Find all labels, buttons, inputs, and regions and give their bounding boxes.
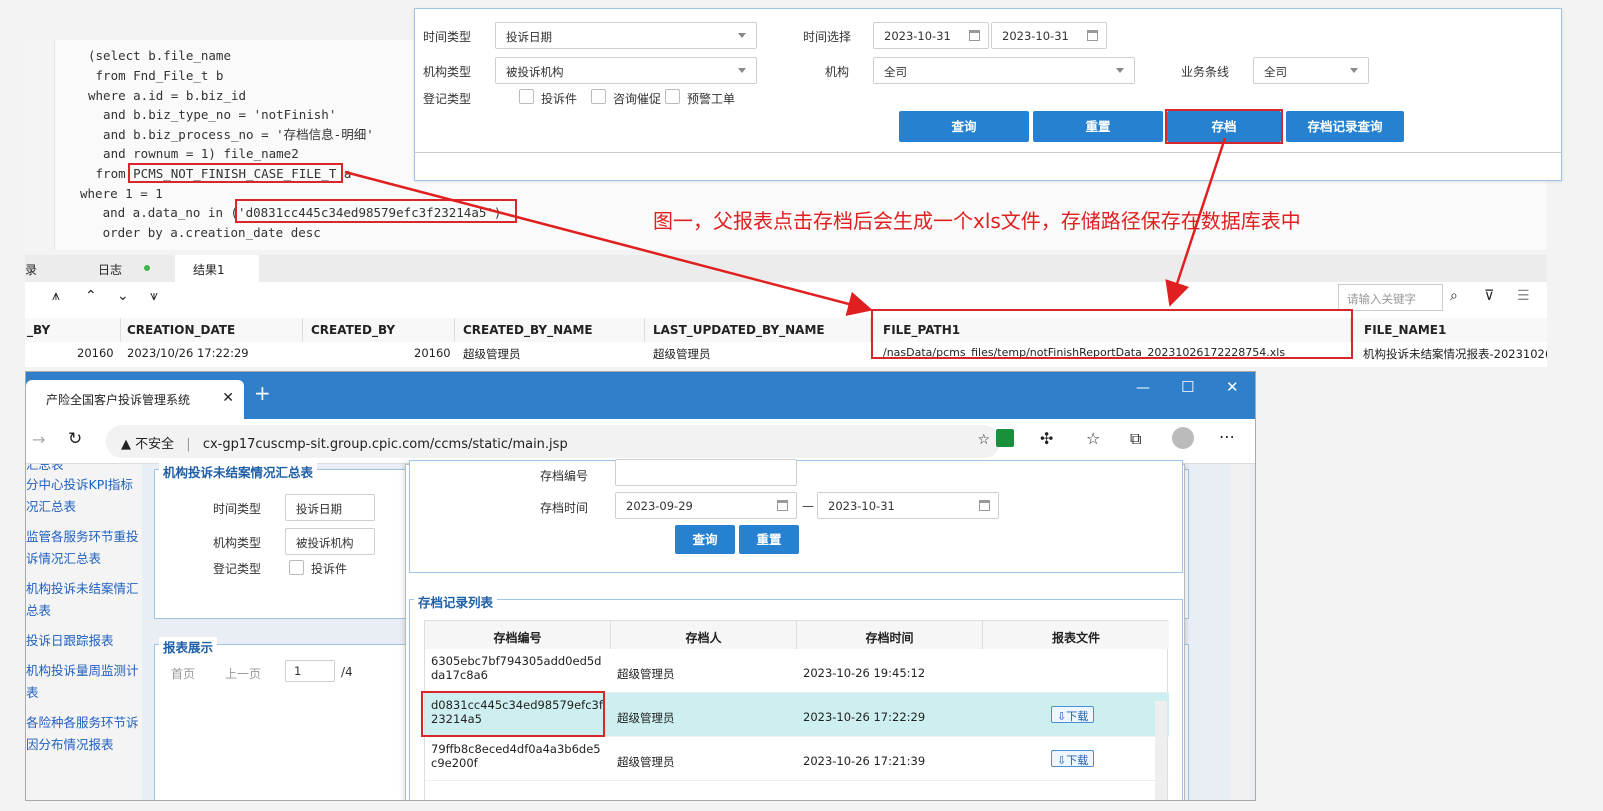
checkbox-complaint[interactable] (289, 560, 304, 575)
archive-list-fieldset: 存档记录列表 存档编号 存档人 存档时间 报表文件 6305ebc7bf7943… (409, 592, 1183, 800)
browser-window: 产险全国客户投诉管理系统 ✕ + — ☐ ✕ → ↻ ▲ 不安全 | cx-gp… (25, 371, 1256, 801)
arrow-archive-to-path (1165, 137, 1227, 307)
pager-first[interactable]: 首页 (171, 665, 195, 682)
browser-tab[interactable]: 产险全国客户投诉管理系统 ✕ (26, 380, 244, 419)
archive-table: 存档编号 存档人 存档时间 报表文件 6305ebc7bf794305add0e… (421, 620, 1169, 800)
download-button[interactable]: ⇩下载 (1051, 750, 1095, 767)
minimize-icon[interactable]: — (1136, 380, 1150, 396)
column-header[interactable]: 存档人 (611, 621, 797, 649)
extension-icon[interactable] (996, 429, 1014, 447)
archive-user-cell: 超级管理员 (617, 667, 675, 681)
page-input[interactable]: 1 (285, 660, 335, 682)
archive-record-dialog: 存档编号 存档时间 2023-09-29 — 2023-10-31 查询 重置 … (405, 459, 1185, 800)
new-tab-icon[interactable]: + (254, 381, 271, 405)
scrollbar[interactable] (1155, 701, 1167, 800)
table-row[interactable]: 79ffb8c8eced4df0a4a3b6de5c9e200f 超级管理员 2… (425, 737, 1169, 781)
nav-item[interactable]: 监管各服务环节重投诉情况汇总表 (26, 526, 142, 572)
warning-icon: ▲ (121, 437, 131, 452)
archive-user-cell: 超级管理员 (617, 711, 675, 725)
time-type-select[interactable]: 投诉日期 (285, 494, 375, 521)
browser-tab-bar: 产险全国客户投诉管理系统 ✕ + — ☐ ✕ (26, 372, 1255, 419)
pager-total: /4 (341, 665, 353, 679)
side-nav: 汇总表 分中心投诉KPI指标况汇总表 监管各服务环节重投诉情况汇总表 机构投诉未… (26, 464, 142, 800)
reload-icon[interactable]: ↻ (68, 429, 82, 449)
pager-prev[interactable]: 上一页 (225, 665, 261, 682)
more-icon[interactable]: ⋯ (1219, 427, 1235, 446)
archive-time-label: 存档时间 (540, 501, 589, 515)
collections-icon[interactable]: ⧉ (1130, 429, 1141, 449)
tab-title: 产险全国客户投诉管理系统 (46, 393, 191, 407)
archive-to-input[interactable]: 2023-10-31 (817, 492, 999, 519)
close-icon[interactable]: ✕ (222, 390, 234, 406)
archive-user-cell: 超级管理员 (617, 755, 675, 769)
back-icon[interactable]: → (32, 430, 45, 449)
address-bar: → ↻ ▲ 不安全 | cx-gp17cuscmp-sit.group.cpic… (26, 419, 1255, 464)
puzzle-icon[interactable]: ✣ (1040, 429, 1053, 448)
archive-no-highlight (421, 691, 605, 737)
calendar-icon (979, 500, 990, 511)
download-icon: ⇩ (1057, 710, 1067, 723)
nav-item[interactable]: 分中心投诉KPI指标况汇总表 (26, 474, 142, 520)
popup-reset-button[interactable]: 重置 (739, 525, 799, 554)
content-area: 机构投诉未结案情况汇总表 时间类型 投诉日期 机构类型 被投诉机构 登记类型 投… (142, 459, 1255, 800)
url-input[interactable]: ▲ 不安全 | cx-gp17cuscmp-sit.group.cpic.com… (106, 425, 1000, 458)
reg-type-label: 登记类型 (213, 562, 262, 576)
nav-item[interactable]: 投诉日跟踪报表 (26, 630, 142, 652)
insecure-label: 不安全 (135, 437, 175, 452)
favorite-icon[interactable]: ☆ (977, 432, 990, 448)
column-header[interactable]: 存档编号 (425, 621, 611, 649)
nav-item[interactable]: 机构投诉未结案情汇总表 (26, 578, 142, 624)
fieldset-legend: 报表展示 (159, 637, 218, 656)
archive-no-cell: 79ffb8c8eced4df0a4a3b6de5c9e200f (431, 742, 601, 770)
maximize-icon[interactable]: ☐ (1181, 378, 1194, 396)
nav-item[interactable]: 各险种各服务环节诉因分布情况报表 (26, 712, 142, 758)
archive-from-input[interactable]: 2023-09-29 (615, 492, 797, 519)
table-row[interactable]: 6305ebc7bf794305add0ed5dda17c8a6 超级管理员 2… (425, 649, 1169, 693)
arrow-table-to-path (344, 170, 873, 317)
url-text: cx-gp17cuscmp-sit.group.cpic.com/ccms/st… (202, 437, 568, 452)
archive-time-cell: 2023-10-26 17:22:29 (803, 710, 926, 724)
calendar-icon (777, 500, 788, 511)
archive-no-cell: 6305ebc7bf794305add0ed5dda17c8a6 (431, 654, 602, 682)
org-type-select[interactable]: 被投诉机构 (285, 528, 375, 555)
archive-no-input[interactable] (615, 459, 797, 486)
time-type-label: 时间类型 (213, 502, 262, 516)
checkbox-complaint-label: 投诉件 (311, 562, 348, 576)
popup-query-button[interactable]: 查询 (675, 525, 735, 554)
avatar[interactable] (1172, 427, 1194, 449)
org-type-label: 机构类型 (213, 536, 262, 550)
favorites-list-icon[interactable]: ☆ (1086, 429, 1100, 448)
archive-search-fieldset: 存档编号 存档时间 2023-09-29 — 2023-10-31 查询 重置 (409, 459, 1183, 573)
download-button[interactable]: ⇩下载 (1051, 706, 1095, 723)
column-header[interactable]: 存档时间 (797, 621, 983, 649)
nav-item[interactable]: 机构投诉量周监测计表 (26, 660, 142, 706)
fieldset-legend: 存档记录列表 (414, 592, 498, 611)
download-icon: ⇩ (1057, 754, 1067, 767)
page-scrollbar[interactable] (1230, 464, 1250, 800)
archive-no-label: 存档编号 (540, 469, 589, 483)
fieldset-legend: 机构投诉未结案情况汇总表 (159, 462, 318, 481)
date-range-separator: — (802, 499, 814, 513)
archive-time-cell: 2023-10-26 19:45:12 (803, 666, 926, 680)
column-header[interactable]: 报表文件 (983, 621, 1169, 649)
window-close-icon[interactable]: ✕ (1226, 378, 1239, 396)
archive-time-cell: 2023-10-26 17:21:39 (803, 754, 926, 768)
